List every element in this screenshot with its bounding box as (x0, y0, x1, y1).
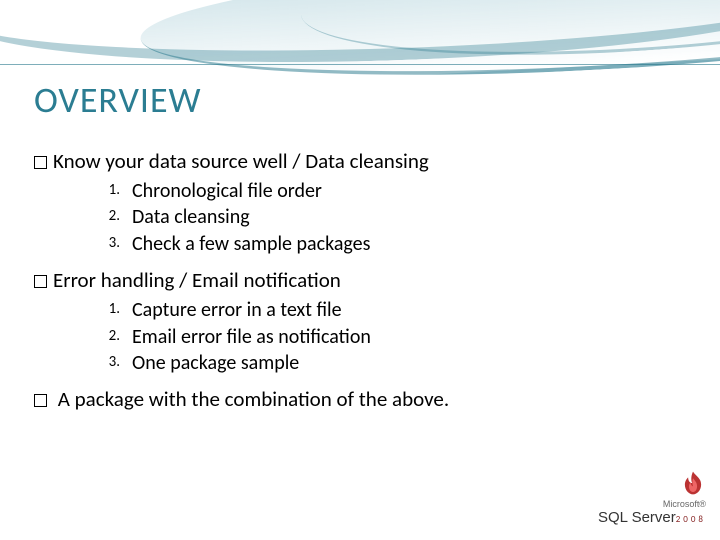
final-point: A package with the combination of the ab… (34, 386, 686, 412)
list-number: 1. (96, 178, 120, 204)
list-item-text: Capture error in a text file (132, 297, 342, 323)
section-heading-2-text: Error handling / Email notification (53, 267, 341, 293)
list-number: 3. (96, 350, 120, 376)
slide-body: OVERVIEW Know your data source well / Da… (0, 0, 720, 540)
list-item: 3. Check a few sample packages (96, 231, 686, 257)
sub-list-1: 1. Chronological file order 2. Data cleans… (96, 178, 686, 257)
sub-list-2: 1. Capture error in a text file 2. Email e… (96, 297, 686, 376)
list-item-text: Data cleansing (132, 204, 250, 230)
section-heading-2: Error handling / Email notification (34, 267, 686, 293)
square-bullet-icon (34, 275, 47, 288)
list-item: 1. Chronological file order (96, 178, 686, 204)
list-item-text: One package sample (132, 350, 299, 376)
logo-brand: Microsoft® (663, 499, 706, 509)
square-bullet-icon (34, 394, 47, 407)
list-number: 1. (96, 297, 120, 323)
sql-server-flame-icon (680, 470, 706, 496)
square-bullet-icon (34, 156, 47, 169)
page-title: OVERVIEW (34, 78, 686, 122)
sql-server-logo: Microsoft® SQL Server2008 (556, 494, 706, 526)
logo-year: 2008 (676, 514, 706, 525)
list-number: 2. (96, 324, 120, 350)
list-item-text: Check a few sample packages (132, 231, 370, 257)
list-number: 3. (96, 231, 120, 257)
list-item-text: Email error file as notification (132, 324, 371, 350)
list-item-text: Chronological file order (132, 178, 322, 204)
final-point-text: A package with the combination of the ab… (53, 386, 449, 412)
list-number: 2. (96, 204, 120, 230)
list-item: 1. Capture error in a text file (96, 297, 686, 323)
section-heading-1: Know your data source well / Data cleans… (34, 148, 686, 174)
list-item: 2. Data cleansing (96, 204, 686, 230)
list-item: 2. Email error file as notification (96, 324, 686, 350)
logo-product: SQL Server (598, 509, 676, 526)
list-item: 3. One package sample (96, 350, 686, 376)
section-heading-1-text: Know your data source well / Data cleans… (53, 148, 429, 174)
